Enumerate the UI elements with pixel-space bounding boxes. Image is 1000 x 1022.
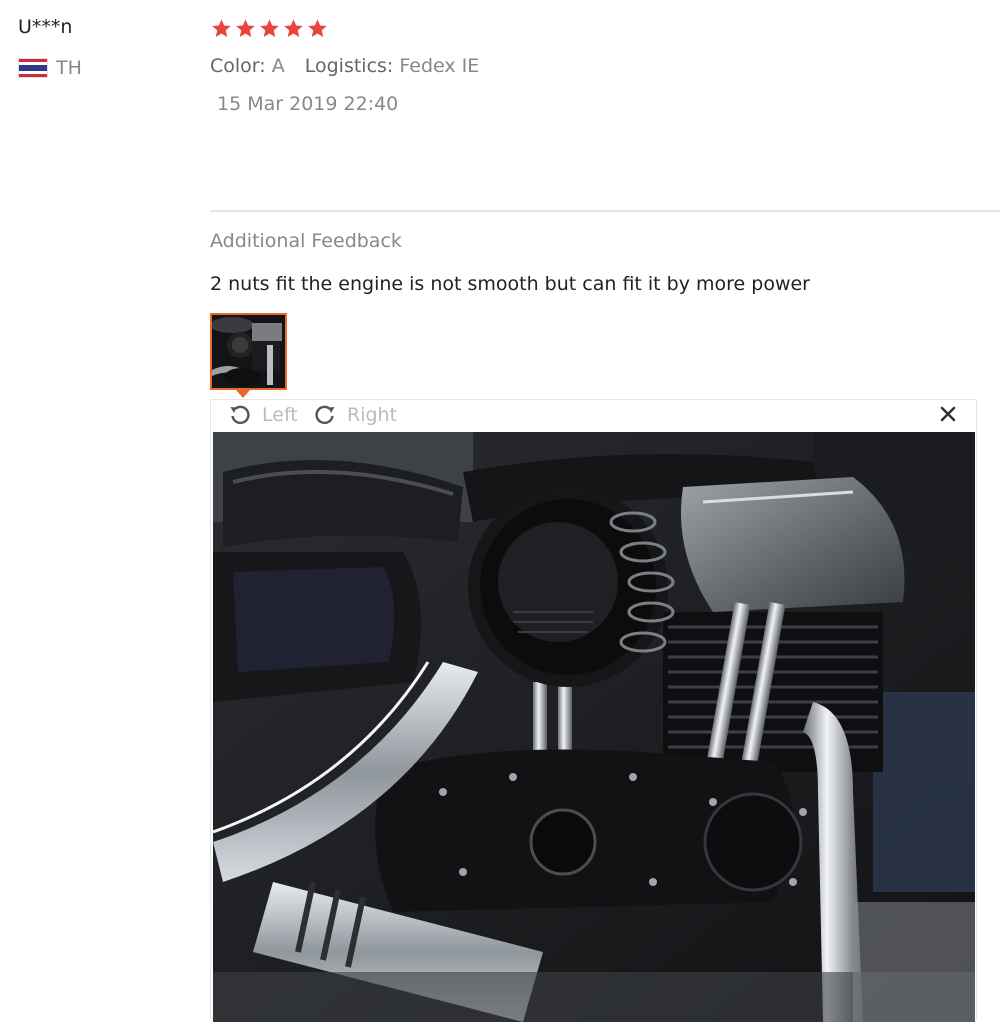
thumbnail-pointer [236,390,250,398]
logistics-info: Logistics: Fedex IE [305,55,480,77]
additional-feedback-text: 2 nuts fit the engine is not smooth but … [210,273,810,295]
divider [210,210,1000,212]
rotate-left-label: Left [262,404,298,426]
review-photo [213,432,975,1022]
reviewer-name: U***n [18,16,73,38]
additional-feedback-title: Additional Feedback [210,230,402,252]
rotate-left-button[interactable]: Left [228,403,298,427]
rotate-right-label: Right [347,404,398,426]
star-rating [211,18,328,39]
color-value: A [271,55,285,77]
star-icon [308,19,327,37]
logistics-value: Fedex IE [399,55,480,77]
thumbnail-image [212,315,285,388]
viewer-toolbar: Left Right [211,400,976,431]
reviewer-country: TH [18,57,82,79]
star-icon [236,19,255,37]
rotate-right-button[interactable]: Right [313,403,397,427]
color-info: Color: A [210,55,285,77]
photo-thumbnail[interactable] [210,313,287,390]
image-viewer: Left Right [210,399,977,1022]
logistics-label: Logistics: [304,55,394,77]
review-date: 15 Mar 2019 22:40 [217,93,399,115]
rotate-right-icon [315,405,335,425]
motorcycle-engine-image [213,432,975,1022]
thailand-flag-icon [18,58,48,78]
star-icon [260,19,279,37]
close-icon[interactable] [938,404,958,424]
review-meta: Color: A Logistics: Fedex IE [210,55,479,77]
star-icon [284,19,303,37]
color-label: Color: [210,55,266,77]
rotate-left-icon [230,405,250,425]
country-code: TH [56,57,82,79]
star-icon [212,19,231,37]
